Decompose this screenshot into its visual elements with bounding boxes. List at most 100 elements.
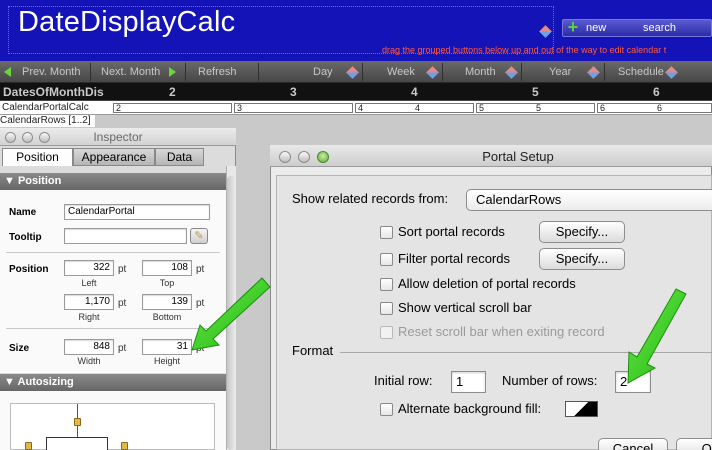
tab-appearance[interactable]: Appearance	[73, 148, 155, 166]
filter-specify-button[interactable]: Specify...	[539, 248, 625, 270]
number-of-rows-label: Number of rows:	[502, 373, 598, 388]
portal-cell[interactable]	[597, 103, 712, 113]
search-button[interactable]: search	[643, 22, 676, 34]
portal-cell-number: 6	[600, 103, 606, 113]
top-anchor-lock-icon[interactable]	[74, 418, 81, 426]
prev-arrow-icon	[4, 67, 11, 77]
portal-field-label: CalendarPortalCalc	[2, 102, 89, 113]
inspector-scroll-thumb[interactable]	[227, 176, 235, 450]
alternate-background-checkbox[interactable]	[380, 403, 393, 416]
layout-title: DateDisplayCalc	[18, 6, 236, 38]
width-field[interactable]: 848	[64, 339, 114, 355]
related-records-label: Show related records from:	[292, 191, 449, 206]
right-caption: Right	[78, 312, 100, 322]
portal-cell[interactable]	[234, 103, 353, 113]
portal-cell-number: 2	[116, 103, 122, 113]
bottom-field[interactable]: 139	[142, 294, 192, 310]
dialog-title: Portal Setup	[482, 149, 554, 164]
inspector-title: Inspector	[93, 130, 143, 144]
initial-row-field[interactable]: 1	[451, 371, 486, 393]
allow-deletion-label[interactable]: Allow deletion of portal records	[398, 276, 576, 291]
related-table-select[interactable]: CalendarRows	[466, 189, 712, 211]
tab-data[interactable]: Data	[155, 148, 204, 166]
reset-scrollbar-label: Reset scroll bar when exiting record	[398, 324, 605, 339]
dates-field-label: DatesOfMonthDis	[3, 85, 104, 99]
sort-records-checkbox[interactable]	[380, 226, 393, 239]
autosizing-control	[10, 403, 215, 450]
nav-divider	[185, 63, 186, 81]
nav-divider	[258, 63, 259, 81]
portal-cell[interactable]	[113, 103, 232, 113]
unit-label: pt	[118, 298, 127, 309]
prev-month-button[interactable]: Prev. Month	[22, 61, 81, 83]
plus-icon: +	[567, 17, 579, 37]
filter-records-checkbox[interactable]	[380, 253, 393, 266]
schedule-view-button[interactable]: Schedule	[618, 61, 664, 83]
unit-label: pt	[196, 343, 205, 354]
portal-cell-number: 4	[415, 103, 421, 113]
initial-row-label: Initial row:	[374, 373, 433, 388]
autosizing-section-header[interactable]: ▼ Autosizing	[0, 374, 226, 391]
filter-records-label[interactable]: Filter portal records	[398, 251, 510, 266]
divider	[6, 328, 220, 329]
screen: DateDisplayCalc + new search drag the gr…	[0, 0, 712, 450]
date-number: 3	[290, 85, 297, 99]
name-field[interactable]: CalendarPortal	[64, 204, 210, 220]
bottom-caption: Bottom	[152, 312, 182, 322]
background-fill-swatch[interactable]	[565, 401, 598, 417]
date-number: 2	[169, 85, 176, 99]
next-month-button[interactable]: Next. Month	[101, 61, 160, 83]
day-view-button[interactable]: Day	[313, 61, 333, 83]
unit-label: pt	[196, 264, 205, 275]
width-caption: Width	[77, 356, 101, 366]
week-view-button[interactable]: Week	[387, 61, 415, 83]
unit-label: pt	[118, 343, 127, 354]
new-button[interactable]: new	[586, 22, 606, 34]
top-field[interactable]: 108	[142, 260, 192, 276]
month-view-button[interactable]: Month	[465, 61, 496, 83]
name-label: Name	[9, 207, 37, 218]
refresh-button[interactable]: Refresh	[198, 61, 237, 83]
vertical-scrollbar-label[interactable]: Show vertical scroll bar	[398, 300, 532, 315]
autosizing-section-title: Autosizing	[17, 376, 74, 388]
portal-cell-number: 6	[657, 103, 663, 113]
cancel-button[interactable]: Cancel	[598, 438, 668, 450]
date-number: 4	[411, 85, 418, 99]
tooltip-field[interactable]	[64, 228, 187, 244]
unit-label: pt	[196, 298, 205, 309]
number-of-rows-field[interactable]: 2	[615, 371, 651, 393]
nav-divider	[442, 63, 443, 81]
reset-scrollbar-checkbox	[380, 326, 393, 339]
position-section-title: Position	[17, 175, 62, 187]
drag-hint-text: drag the grouped buttons below up and ou…	[382, 45, 667, 55]
date-number: 6	[653, 85, 660, 99]
size-label: Size	[9, 343, 30, 354]
left-field[interactable]: 322	[64, 260, 114, 276]
position-label: Position	[9, 264, 49, 275]
nav-divider	[521, 63, 522, 81]
new-search-button-group[interactable]	[562, 19, 712, 37]
right-anchor-lock-icon[interactable]	[121, 442, 128, 450]
tab-position[interactable]: Position	[2, 148, 73, 166]
portal-cell-number: 3	[237, 103, 243, 113]
divider	[6, 252, 220, 253]
next-arrow-icon	[169, 67, 176, 77]
tooltip-label: Tooltip	[9, 232, 42, 243]
left-anchor-lock-icon[interactable]	[25, 442, 32, 450]
right-field[interactable]: 1,170	[64, 294, 114, 310]
ok-button[interactable]: OK	[676, 438, 712, 450]
vertical-scrollbar-checkbox[interactable]	[380, 302, 393, 315]
left-caption: Left	[81, 278, 97, 288]
allow-deletion-checkbox[interactable]	[380, 278, 393, 291]
nav-divider	[362, 63, 363, 81]
autosizing-object	[46, 437, 108, 450]
year-view-button[interactable]: Year	[549, 61, 571, 83]
height-field[interactable]: 31	[142, 339, 192, 355]
top-caption: Top	[159, 278, 175, 288]
sort-specify-button[interactable]: Specify...	[539, 221, 625, 243]
sort-records-label[interactable]: Sort portal records	[398, 224, 505, 239]
dates-of-month-row	[0, 83, 712, 101]
pencil-icon[interactable]: ✎	[190, 228, 208, 244]
alternate-background-label[interactable]: Alternate background fill:	[398, 401, 541, 416]
position-section-header[interactable]: ▼ Position	[0, 173, 226, 190]
